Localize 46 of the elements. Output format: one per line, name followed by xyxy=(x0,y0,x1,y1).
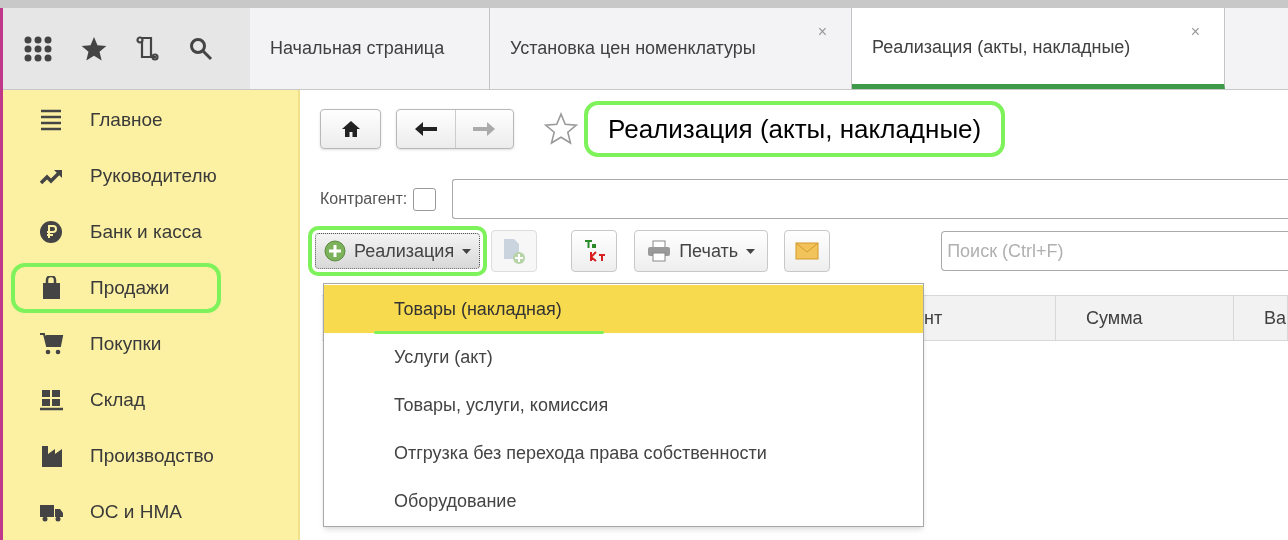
document-add-icon xyxy=(501,237,528,265)
menu-item[interactable]: Товары, услуги, комиссия xyxy=(324,381,923,429)
menu-item[interactable]: Отгрузка без перехода права собственности xyxy=(324,429,923,477)
star-icon[interactable] xyxy=(81,35,107,62)
column-header[interactable]: Сумма xyxy=(1056,296,1234,340)
page-title: Реализация (акты, накладные) xyxy=(608,112,982,146)
apps-grid-icon[interactable] xyxy=(24,35,52,62)
favorite-star-icon[interactable] xyxy=(544,112,578,146)
counterparty-field[interactable] xyxy=(452,179,1288,219)
home-button[interactable] xyxy=(320,109,381,149)
sidebar-item[interactable]: Производство xyxy=(11,431,221,481)
hamburger-icon xyxy=(40,108,64,132)
filter-label: Контрагент: xyxy=(320,189,408,209)
search-icon[interactable] xyxy=(189,36,213,61)
warehouse-grid-icon xyxy=(40,388,64,412)
ruble-coin-icon xyxy=(40,220,64,244)
tab[interactable]: Реализация (акты, накладные) × xyxy=(852,8,1225,89)
plus-circle-icon xyxy=(324,240,346,262)
print-dropdown-button[interactable]: Печать xyxy=(634,230,769,272)
envelope-icon xyxy=(795,242,820,260)
factory-icon xyxy=(40,444,64,468)
sidebar-item[interactable]: Покупки xyxy=(11,319,221,369)
column-header[interactable]: Ва xyxy=(1234,296,1288,340)
caret-icon xyxy=(746,248,756,254)
sidebar-item[interactable]: Склад xyxy=(11,375,221,425)
create-dropdown-button[interactable]: Реализация xyxy=(315,233,481,269)
sidebar-item[interactable]: Руководителю xyxy=(11,151,221,201)
sidebar-item[interactable]: Банк и касса xyxy=(11,207,221,257)
back-arrow-icon[interactable] xyxy=(414,121,437,137)
sidebar-item[interactable]: Главное xyxy=(11,95,221,145)
printer-icon xyxy=(647,240,672,262)
cart-icon xyxy=(40,332,64,356)
home-icon xyxy=(340,120,361,138)
sidebar-item[interactable]: ОС и НМА xyxy=(11,487,221,537)
menu-item[interactable]: Услуги (акт) xyxy=(324,333,923,381)
debit-credit-icon xyxy=(582,238,607,264)
sidebar-item[interactable]: Продажи xyxy=(11,263,221,313)
scroll-icon[interactable] xyxy=(136,35,160,62)
tab[interactable]: Начальная страница xyxy=(250,8,490,89)
caret-icon xyxy=(462,248,472,254)
debit-credit-button[interactable] xyxy=(571,230,618,272)
menu-item[interactable]: Оборудование xyxy=(324,477,923,525)
search-field[interactable]: Поиск (Ctrl+F) xyxy=(941,231,1288,271)
filter-checkbox[interactable] xyxy=(413,187,437,211)
menu-item[interactable]: Товары (накладная) xyxy=(324,285,923,333)
navigation-buttons[interactable] xyxy=(396,109,514,149)
